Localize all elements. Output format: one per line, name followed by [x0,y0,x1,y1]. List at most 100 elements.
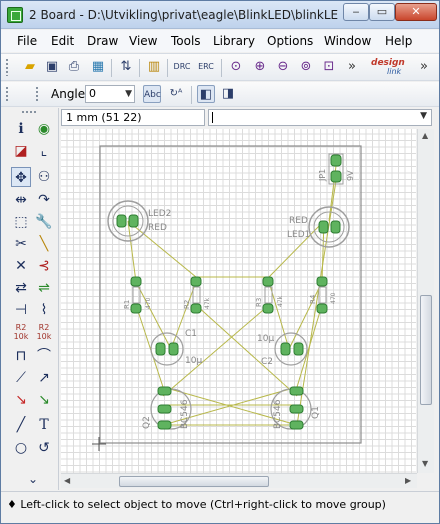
autoroute-icon[interactable]: ↘ [34,390,54,410]
move-icon[interactable]: ✥ [11,167,31,187]
r2-value-label: 47k [204,297,211,309]
toolbar-grip[interactable] [5,58,9,76]
command-line-input[interactable]: ▼ [208,109,432,126]
smash-icon[interactable]: ⌇ [34,300,54,320]
zoom-out-icon[interactable]: ⊖ [274,58,292,76]
pinswap-icon[interactable]: ⇄ [11,278,31,298]
split-icon[interactable]: ⊓ [11,346,31,366]
r3-value-label: 47k [277,295,284,307]
coordinate-display: 1 mm (51 22) [61,109,205,126]
palette-more-icon[interactable]: ⌄ [23,469,43,489]
change-icon[interactable]: 🔧 [34,212,54,232]
scroll-left-icon[interactable]: ◀ [64,476,70,485]
menu-help[interactable]: Help [385,34,412,48]
mark-icon[interactable]: ⌞ [34,141,54,161]
airwires [127,165,337,426]
r2-name-label: R2 [183,300,191,309]
horizontal-scrollbar[interactable]: ◀ ▶ [61,473,417,488]
close-button[interactable]: ✕ [395,3,437,21]
main-toolbar: ▰ ▣ ⎙ ▦ ⇅ ▥ DRC ERC ⊙ ⊕ ⊖ ⊚ ⊡ » design l… [1,53,439,81]
toolbar-grip[interactable] [5,86,9,102]
cam-icon[interactable]: ▦ [89,58,107,76]
q1-transistor: BC546 Q1 [270,386,321,430]
r4-name-label: R4 [309,294,317,304]
zoom-redraw-icon[interactable]: ⊚ [297,58,315,76]
rotate-icon[interactable]: ↷ [34,190,54,210]
erc-icon[interactable]: ERC [197,58,215,76]
scroll-right-icon[interactable]: ▶ [405,476,411,485]
circle-icon[interactable]: ○ [11,438,31,458]
minimize-button[interactable]: ‒ [343,3,369,21]
r1-resistor: R1 470 [123,276,152,314]
design-link-button[interactable]: design link [369,57,411,77]
zoom-in-icon[interactable]: ⊕ [251,58,269,76]
angle-select[interactable]: 0 ▼ [85,85,135,103]
open-icon[interactable]: ▰ [21,58,39,76]
maximize-button[interactable]: ▭ [369,3,395,21]
script-icon[interactable]: ⇅ [117,58,135,76]
angle-label: Angle: [51,87,90,101]
info-icon[interactable]: ℹ [11,119,31,139]
status-message: ♦ Left-click to select object to move (C… [7,498,386,511]
q2-transistor: Q2 BC546 [142,386,192,430]
name-icon[interactable]: R2 10k [11,323,31,343]
chevron-down-icon[interactable]: ▼ [420,111,427,121]
spin-text-toggle[interactable]: ↻ᴬ [167,85,185,103]
horizontal-scroll-thumb[interactable] [119,476,269,487]
zoom-area-icon[interactable]: ⊡ [320,58,338,76]
menu-tools[interactable]: Tools [171,34,201,48]
replace-icon[interactable]: ⇌ [34,278,54,298]
route-icon[interactable]: ↗ [34,368,54,388]
menu-window[interactable]: Window [324,34,371,48]
menu-options[interactable]: Options [267,34,313,48]
library-icon[interactable]: ▥ [145,58,163,76]
r3-resistor: R3 47k [255,276,284,314]
scroll-down-icon[interactable]: ▼ [422,459,428,468]
vertical-scrollbar[interactable]: ▲ ▼ [417,129,434,473]
print-icon[interactable]: ⎙ [65,58,83,76]
toolbar-overflow-icon[interactable]: » [343,58,361,76]
toolbar-overflow-icon[interactable]: » [415,58,433,76]
board-outline [99,145,362,444]
ratio-thick-icon[interactable]: ◧ [197,85,215,103]
scroll-up-icon[interactable]: ▲ [422,131,428,140]
ratio-thin-icon[interactable]: ◨ [219,85,237,103]
design-link-word2: link [387,67,402,76]
menu-edit[interactable]: Edit [51,34,74,48]
palette-grip[interactable] [21,110,37,114]
toolbar-grip[interactable] [35,86,39,102]
value-icon[interactable]: R2 10k [34,323,54,343]
wire-icon[interactable]: ╱ [11,415,31,435]
q1-value-label: BC546 [273,399,283,429]
menu-library[interactable]: Library [213,34,255,48]
menu-view[interactable]: View [129,34,157,48]
chevron-down-icon: ▼ [125,89,132,99]
mirror-text-toggle[interactable]: Abc [143,85,161,103]
cut-icon[interactable]: ╲ [34,234,54,254]
arc-icon[interactable]: ↺ [34,438,54,458]
ripup-icon[interactable]: ↘ [11,390,31,410]
paste-icon[interactable]: ✂ [11,234,31,254]
board-canvas[interactable]: LED2 RED RED LED1 JP1 9V R1 470 R2 47k R… [61,129,416,473]
r4-value-label: 470 [330,292,337,304]
c2-value-label: 10µ [257,334,274,344]
c1-value-label: 10µ [185,356,202,366]
group-icon[interactable]: ⬚ [11,212,31,232]
menu-draw[interactable]: Draw [87,34,118,48]
mirror-icon[interactable]: ⇹ [11,190,31,210]
add-icon[interactable]: ⊰ [34,256,54,276]
vertical-scroll-thumb[interactable] [420,295,432,405]
copy-icon[interactable]: ⚇ [34,167,54,187]
show-icon[interactable]: ◉ [34,119,54,139]
r3-name-label: R3 [255,298,263,307]
display-icon[interactable]: ◪ [11,141,31,161]
zoom-fit-icon[interactable]: ⊙ [227,58,245,76]
lock-icon[interactable]: ⊣ [11,300,31,320]
save-icon[interactable]: ▣ [43,58,61,76]
menu-file[interactable]: File [17,34,37,48]
optimize-icon[interactable]: ⟋ [11,368,31,388]
miter-icon[interactable]: ⌒ [34,346,54,366]
delete-icon[interactable]: ✕ [11,256,31,276]
drc-icon[interactable]: DRC [173,58,191,76]
text-icon[interactable]: T [34,415,54,435]
